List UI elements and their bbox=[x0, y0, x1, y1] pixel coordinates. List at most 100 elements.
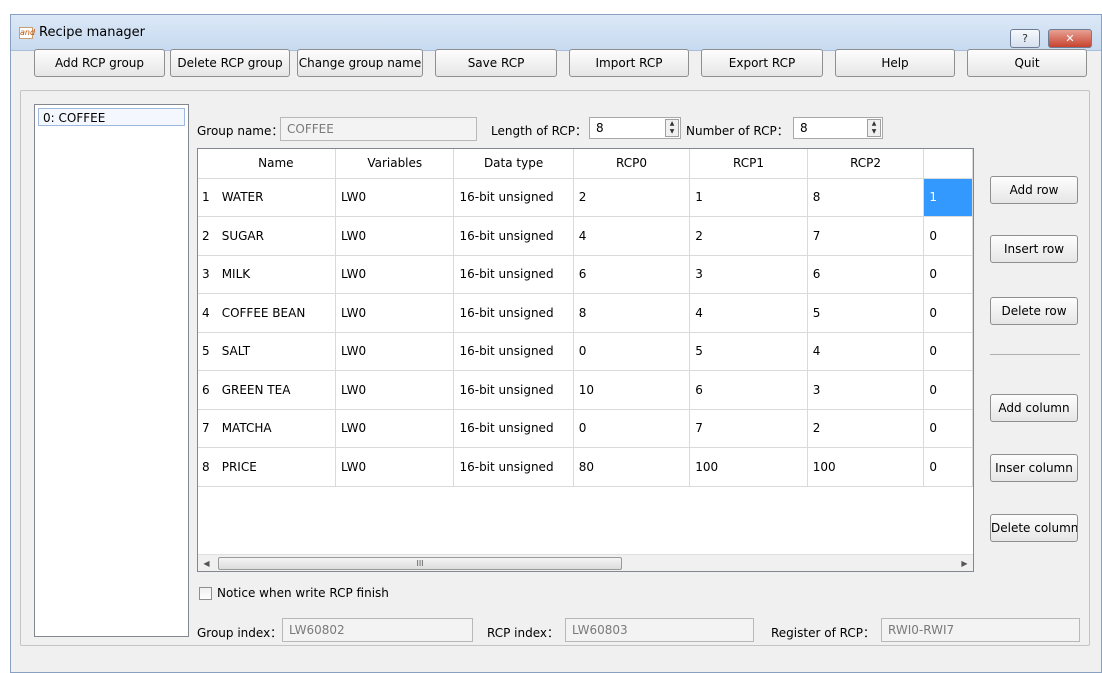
table-row[interactable]: 1 WATER LW0 16-bit unsigned 2 1 8 1 bbox=[198, 178, 973, 217]
table-cell-rcp1[interactable]: 2 bbox=[689, 216, 808, 256]
group-name-field[interactable] bbox=[280, 117, 477, 141]
horizontal-scrollbar[interactable]: ◀ III ▶ bbox=[198, 554, 973, 571]
table-cell-var[interactable]: LW0 bbox=[335, 409, 455, 448]
table-cell-type[interactable]: 16-bit unsigned bbox=[453, 370, 574, 410]
scrollbar-thumb[interactable]: III bbox=[218, 557, 622, 570]
table-cell-name[interactable]: SUGAR bbox=[216, 216, 336, 256]
table-row[interactable]: 6 GREEN TEA LW0 16-bit unsigned 10 6 3 0 bbox=[198, 370, 973, 410]
table-cell-name[interactable]: GREEN TEA bbox=[216, 370, 336, 410]
table-cell-rcp0[interactable]: 0 bbox=[573, 409, 691, 448]
help-button[interactable]: Help bbox=[835, 49, 955, 77]
table-cell-rcp3[interactable]: 0 bbox=[923, 409, 973, 448]
table-row[interactable]: 3 MILK LW0 16-bit unsigned 6 3 6 0 bbox=[198, 255, 973, 294]
column-header[interactable]: Data type bbox=[453, 149, 574, 179]
table-cell-rcp3[interactable]: 0 bbox=[923, 216, 973, 256]
column-header[interactable]: Variables bbox=[335, 149, 455, 179]
notice-checkbox[interactable] bbox=[199, 587, 212, 600]
quit-button[interactable]: Quit bbox=[967, 49, 1087, 77]
register-of-rcp-field[interactable] bbox=[881, 618, 1080, 642]
add-column-button[interactable]: Add column bbox=[990, 394, 1078, 422]
row-number[interactable]: 3 bbox=[198, 255, 217, 294]
table-row[interactable]: 2 SUGAR LW0 16-bit unsigned 4 2 7 0 bbox=[198, 216, 973, 256]
recipe-table[interactable]: Name Variables Data type RCP0 RCP1 RCP2 … bbox=[197, 148, 974, 572]
save-rcp-button[interactable]: Save RCP bbox=[435, 49, 557, 77]
table-cell-rcp2[interactable]: 2 bbox=[807, 409, 925, 448]
table-cell-name[interactable]: PRICE bbox=[216, 447, 336, 487]
add-row-button[interactable]: Add row bbox=[990, 176, 1078, 204]
table-cell-var[interactable]: LW0 bbox=[335, 178, 455, 217]
table-cell-var[interactable]: LW0 bbox=[335, 332, 455, 371]
row-number[interactable]: 8 bbox=[198, 447, 217, 487]
close-button[interactable]: ✕ bbox=[1048, 29, 1092, 48]
spin-arrows-icon[interactable]: ▲ ▼ bbox=[867, 119, 881, 137]
change-group-name-button[interactable]: Change group name bbox=[297, 49, 423, 77]
table-cell-rcp0[interactable]: 2 bbox=[573, 178, 691, 217]
table-cell-name[interactable]: COFFEE BEAN bbox=[216, 293, 336, 333]
table-cell-rcp2[interactable]: 8 bbox=[807, 178, 925, 217]
table-cell-rcp0[interactable]: 4 bbox=[573, 216, 691, 256]
table-cell-name[interactable]: WATER bbox=[216, 178, 336, 217]
number-of-rcp-spinbox[interactable]: 8 ▲ ▼ bbox=[793, 117, 883, 139]
table-cell-rcp1[interactable]: 3 bbox=[689, 255, 808, 294]
table-cell-name[interactable]: MILK bbox=[216, 255, 336, 294]
table-cell-rcp2[interactable]: 6 bbox=[807, 255, 925, 294]
group-list[interactable]: 0: COFFEE bbox=[34, 104, 189, 637]
table-cell-type[interactable]: 16-bit unsigned bbox=[453, 332, 574, 371]
column-header[interactable]: RCP0 bbox=[573, 149, 691, 179]
help-title-button[interactable]: ? bbox=[1010, 29, 1040, 48]
row-number[interactable]: 5 bbox=[198, 332, 217, 371]
table-cell-rcp0[interactable]: 8 bbox=[573, 293, 691, 333]
table-cell-rcp1[interactable]: 7 bbox=[689, 409, 808, 448]
table-cell-type[interactable]: 16-bit unsigned bbox=[453, 178, 574, 217]
table-cell-name[interactable]: SALT bbox=[216, 332, 336, 371]
table-cell-name[interactable]: MATCHA bbox=[216, 409, 336, 448]
table-cell-rcp3[interactable]: 0 bbox=[923, 332, 973, 371]
table-cell-rcp1[interactable]: 1 bbox=[689, 178, 808, 217]
table-cell-type[interactable]: 16-bit unsigned bbox=[453, 409, 574, 448]
row-number[interactable]: 2 bbox=[198, 216, 217, 256]
insert-row-button[interactable]: Insert row bbox=[990, 235, 1078, 263]
table-cell-rcp0[interactable]: 10 bbox=[573, 370, 691, 410]
title-bar[interactable]: and Recipe manager ? ✕ bbox=[11, 15, 1101, 51]
table-cell-var[interactable]: LW0 bbox=[335, 447, 455, 487]
delete-column-button[interactable]: Delete column bbox=[990, 514, 1078, 542]
import-rcp-button[interactable]: Import RCP bbox=[569, 49, 689, 77]
delete-row-button[interactable]: Delete row bbox=[990, 297, 1078, 325]
delete-rcp-group-button[interactable]: Delete RCP group bbox=[170, 49, 290, 77]
column-header[interactable]: RCP2 bbox=[807, 149, 925, 179]
table-cell-type[interactable]: 16-bit unsigned bbox=[453, 216, 574, 256]
length-of-rcp-spinbox[interactable]: 8 ▲ ▼ bbox=[589, 117, 681, 139]
table-cell-type[interactable]: 16-bit unsigned bbox=[453, 293, 574, 333]
table-cell-rcp1[interactable]: 4 bbox=[689, 293, 808, 333]
column-header[interactable] bbox=[923, 149, 973, 179]
group-index-field[interactable] bbox=[282, 618, 473, 642]
spin-arrows-icon[interactable]: ▲ ▼ bbox=[665, 119, 679, 137]
group-item[interactable]: 0: COFFEE bbox=[38, 108, 185, 126]
table-cell-rcp2[interactable]: 3 bbox=[807, 370, 925, 410]
table-cell-rcp1[interactable]: 6 bbox=[689, 370, 808, 410]
row-number[interactable]: 4 bbox=[198, 293, 217, 333]
row-number[interactable]: 1 bbox=[198, 178, 217, 217]
rcp-index-field[interactable] bbox=[565, 618, 754, 642]
table-cell-rcp2[interactable]: 100 bbox=[807, 447, 925, 487]
table-cell-rcp1[interactable]: 5 bbox=[689, 332, 808, 371]
scroll-left-icon[interactable]: ◀ bbox=[198, 555, 215, 571]
add-rcp-group-button[interactable]: Add RCP group bbox=[34, 49, 165, 77]
table-row[interactable]: 4 COFFEE BEAN LW0 16-bit unsigned 8 4 5 0 bbox=[198, 293, 973, 333]
table-cell-rcp0[interactable]: 80 bbox=[573, 447, 691, 487]
insert-column-button[interactable]: Inser column bbox=[990, 454, 1078, 482]
scroll-right-icon[interactable]: ▶ bbox=[956, 555, 973, 571]
table-cell-rcp0[interactable]: 0 bbox=[573, 332, 691, 371]
table-cell-rcp3[interactable]: 0 bbox=[923, 255, 973, 294]
table-cell-var[interactable]: LW0 bbox=[335, 293, 455, 333]
row-number[interactable]: 6 bbox=[198, 370, 217, 410]
table-cell-var[interactable]: LW0 bbox=[335, 370, 455, 410]
table-row[interactable]: 5 SALT LW0 16-bit unsigned 0 5 4 0 bbox=[198, 332, 973, 371]
export-rcp-button[interactable]: Export RCP bbox=[701, 49, 823, 77]
column-header[interactable]: Name bbox=[216, 149, 336, 179]
table-cell-rcp3[interactable]: 1 bbox=[923, 178, 973, 217]
table-cell-rcp2[interactable]: 7 bbox=[807, 216, 925, 256]
column-header[interactable]: RCP1 bbox=[689, 149, 808, 179]
table-cell-rcp3[interactable]: 0 bbox=[923, 293, 973, 333]
table-cell-rcp2[interactable]: 5 bbox=[807, 293, 925, 333]
